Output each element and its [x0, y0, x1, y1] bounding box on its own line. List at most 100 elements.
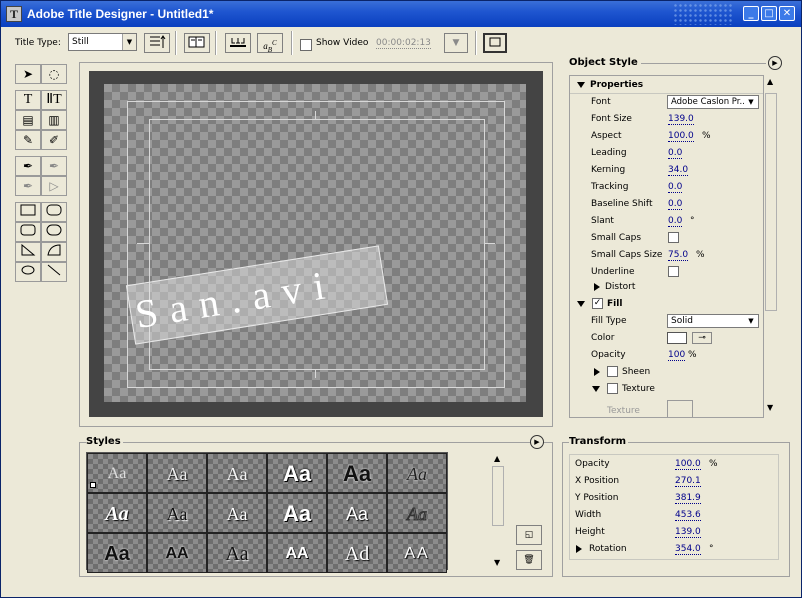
templates-button[interactable] — [184, 33, 210, 53]
delete-anchor-point-tool[interactable]: ✒ — [15, 176, 41, 196]
new-style-button[interactable]: ◱ — [516, 525, 542, 545]
fill-opacity-value[interactable]: 100 — [668, 350, 686, 361]
add-anchor-point-tool[interactable]: ✒ — [41, 156, 67, 176]
style-swatch[interactable]: Aa — [327, 493, 387, 533]
style-swatch[interactable]: Aa — [267, 453, 327, 493]
style-swatch[interactable]: AA — [267, 533, 327, 573]
wedge-tool[interactable] — [15, 242, 41, 262]
scroll-thumb[interactable] — [492, 466, 504, 526]
scroll-down-icon[interactable]: ▼ — [494, 558, 500, 567]
texture-checkbox[interactable] — [607, 383, 618, 394]
area-type-tool[interactable]: ▤ — [15, 110, 41, 130]
style-swatch[interactable]: Aa — [327, 453, 387, 493]
rounded-corner-rectangle-tool[interactable] — [15, 222, 41, 242]
transform-value[interactable]: 270.1 — [675, 476, 701, 487]
vertical-path-type-tool[interactable]: ✐ — [41, 130, 67, 150]
texture-swatch[interactable] — [667, 400, 693, 417]
safe-area-button[interactable] — [483, 33, 507, 53]
title-type-value: Still — [72, 37, 89, 47]
style-swatch[interactable]: Aa — [87, 453, 147, 493]
tab-stops-button[interactable] — [225, 33, 251, 53]
style-swatch[interactable]: Ad — [327, 533, 387, 573]
pen-tool[interactable]: ✒ — [15, 156, 41, 176]
transform-value[interactable]: 453.6 — [675, 510, 701, 521]
styles-menu-button[interactable]: ▶ — [530, 435, 544, 449]
style-swatch-sample: Aa — [105, 503, 129, 525]
rectangle-tool[interactable] — [15, 202, 41, 222]
vertical-area-type-icon: ▥ — [48, 113, 60, 127]
title-bar[interactable]: Adobe Title Designer - Untitled1* _ □ ✕ — [1, 1, 801, 27]
line-tool[interactable] — [41, 262, 67, 282]
font-browser-button[interactable]: aBC — [257, 33, 283, 54]
style-swatch[interactable]: Aa — [207, 533, 267, 573]
properties-group-header[interactable]: Properties — [570, 77, 763, 94]
distort-row[interactable]: Distort — [570, 279, 763, 296]
property-value[interactable]: 100.0 — [668, 131, 694, 142]
property-value[interactable]: 75.0 — [668, 250, 689, 261]
roll-crawl-options-button[interactable] — [144, 33, 170, 53]
minimize-button[interactable]: _ — [743, 6, 759, 21]
fill-row[interactable]: ✓ Fill — [570, 296, 763, 313]
rotation-tool[interactable]: ◌ — [41, 64, 67, 84]
scroll-up-icon[interactable]: ▲ — [494, 454, 500, 463]
color-swatch[interactable] — [667, 332, 687, 344]
scroll-thumb[interactable] — [765, 93, 777, 311]
style-swatch[interactable]: Aa — [267, 493, 327, 533]
rounded-rectangle-tool[interactable] — [41, 222, 67, 242]
style-swatch[interactable]: AA — [387, 533, 447, 573]
style-swatch[interactable]: Aa — [87, 533, 147, 573]
vertical-type-tool[interactable]: ⅡT — [41, 90, 67, 110]
ellipse-tool[interactable] — [15, 262, 41, 282]
transform-value[interactable]: 381.9 — [675, 493, 701, 504]
transform-value[interactable]: 139.0 — [675, 527, 701, 538]
style-swatch[interactable]: Aa — [207, 493, 267, 533]
style-swatch[interactable]: Aa — [147, 453, 207, 493]
arc-tool[interactable] — [41, 242, 67, 262]
fill-checkbox[interactable]: ✓ — [592, 298, 603, 309]
properties-scrollbar[interactable]: ▲ ▼ — [764, 75, 778, 418]
type-tool[interactable]: T — [15, 90, 41, 110]
style-swatch[interactable]: Aa — [87, 493, 147, 533]
style-swatch[interactable]: AA — [147, 533, 207, 573]
property-value[interactable]: 34.0 — [668, 165, 689, 176]
maximize-button[interactable]: □ — [761, 6, 777, 21]
vertical-area-type-tool[interactable]: ▥ — [41, 110, 67, 130]
property-value[interactable]: 0.0 — [668, 199, 683, 210]
property-row: Kerning 34.0 — [570, 162, 763, 179]
property-value[interactable]: 139.0 — [668, 114, 694, 125]
styles-scrollbar[interactable]: ▲ ▼ — [491, 452, 505, 570]
object-style-menu-button[interactable]: ▶ — [768, 56, 782, 70]
sheen-checkbox[interactable] — [607, 366, 618, 377]
font-select[interactable]: Adobe Caslon Pr... ▼ — [667, 95, 759, 109]
property-checkbox[interactable] — [668, 266, 679, 277]
selection-tool[interactable]: ➤ — [15, 64, 41, 84]
transform-value[interactable]: 100.0 — [675, 459, 701, 470]
title-type-select[interactable]: Still ▼ — [68, 33, 137, 51]
style-swatch[interactable]: Aa — [387, 453, 447, 493]
fill-type-select[interactable]: Solid ▼ — [667, 314, 759, 328]
scroll-up-icon[interactable]: ▲ — [767, 77, 773, 86]
texture-row[interactable]: Texture — [570, 381, 763, 398]
timecode-display[interactable]: 00:00:02:13 — [376, 38, 431, 49]
delete-style-button[interactable]: 🗑 — [516, 550, 542, 570]
transform-value[interactable]: 354.0 — [675, 544, 701, 555]
close-button[interactable]: ✕ — [779, 6, 795, 21]
style-swatch-sample: Aa — [107, 465, 127, 482]
convert-anchor-point-tool[interactable]: ▷ — [41, 176, 67, 196]
scroll-down-icon[interactable]: ▼ — [767, 403, 773, 412]
style-swatch[interactable]: Aa — [147, 493, 207, 533]
sync-button[interactable]: ▼ — [444, 33, 468, 53]
property-value[interactable]: 0.0 — [668, 148, 683, 159]
collapse-triangle-icon[interactable] — [576, 545, 582, 553]
clipped-corner-rectangle-tool[interactable] — [41, 202, 67, 222]
arc-icon — [47, 244, 61, 256]
property-checkbox[interactable] — [668, 232, 679, 243]
style-swatch[interactable]: Aa — [207, 453, 267, 493]
property-value[interactable]: 0.0 — [668, 216, 683, 227]
sheen-row[interactable]: Sheen — [570, 364, 763, 381]
style-swatch[interactable]: Aa — [387, 493, 447, 533]
eyedropper-button[interactable]: ⊸ — [692, 332, 712, 344]
property-value[interactable]: 0.0 — [668, 182, 683, 193]
path-type-tool[interactable]: ✎ — [15, 130, 41, 150]
show-video-checkbox[interactable] — [300, 39, 312, 51]
